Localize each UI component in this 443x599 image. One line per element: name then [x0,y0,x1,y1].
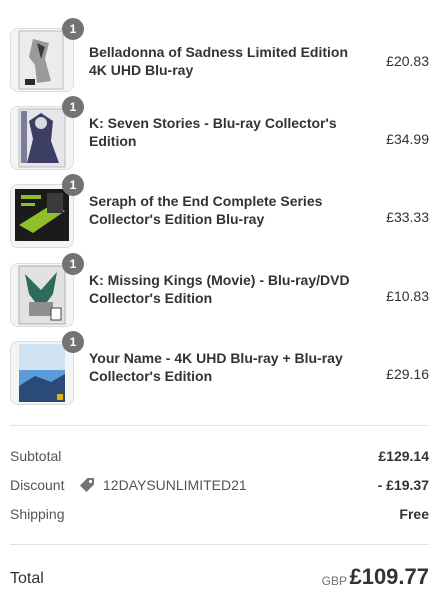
shipping-label: Shipping [10,506,65,522]
product-image [11,107,73,169]
shipping-row: Shipping Free [10,504,429,524]
line-item: 1 Your Name - 4K UHD Blu-ray + Blu-ray C… [0,331,443,407]
line-item: 1 Belladonna of Sadness Limited Edition … [0,18,443,94]
product-thumbnail [10,263,74,327]
divider [10,544,429,545]
product-thumbnail [10,184,74,248]
shipping-value: Free [399,506,429,522]
currency-code: GBP [321,574,347,588]
product-thumbnail [10,28,74,92]
product-title: Seraph of the End Complete Series Collec… [89,193,323,227]
product-title: Belladonna of Sadness Limited Edition 4K… [89,44,349,78]
product-thumbnail-wrapper: 1 [10,96,84,170]
line-item: 1 Seraph of the End Complete Series Coll… [0,174,443,250]
divider [10,425,429,426]
subtotal-row: Subtotal £129.14 [10,446,429,466]
product-thumbnail-wrapper: 1 [10,331,84,405]
product-image [11,29,73,91]
product-thumbnail-wrapper: 1 [10,174,84,248]
product-title: K: Missing Kings (Movie) - Blu-ray/DVD C… [89,272,350,306]
product-price: £29.16 [386,366,429,382]
product-price: £33.33 [386,209,429,225]
discount-label: Discount [10,477,65,493]
product-thumbnail-wrapper: 1 [10,253,84,327]
product-price: £10.83 [386,288,429,304]
product-price: £20.83 [386,53,429,69]
line-item: 1 K: Missing Kings (Movie) - Blu-ray/DVD… [0,253,443,329]
tag-icon [80,478,94,492]
line-item: 1 K: Seven Stories - Blu-ray Collector's… [0,96,443,172]
discount-value: - £19.37 [377,477,429,493]
discount-code: 12DAYSUNLIMITED21 [78,475,247,495]
product-price: £34.99 [386,131,429,147]
quantity-badge: 1 [62,96,84,118]
product-thumbnail [10,341,74,405]
quantity-badge: 1 [62,253,84,275]
product-title: K: Seven Stories - Blu-ray Collector's E… [89,115,337,149]
subtotal-value: £129.14 [378,448,429,464]
total-amount: £109.77 [349,564,429,589]
total-label: Total [10,570,44,587]
product-image [11,185,73,247]
quantity-badge: 1 [62,18,84,40]
discount-code-text: 12DAYSUNLIMITED21 [103,477,247,493]
product-image [11,342,73,404]
discount-row: Discount 12DAYSUNLIMITED21 - £19.37 [10,475,429,495]
product-image [11,264,73,326]
product-thumbnail [10,106,74,170]
product-thumbnail-wrapper: 1 [10,18,84,92]
quantity-badge: 1 [62,331,84,353]
subtotal-label: Subtotal [10,448,62,464]
total-row: Total GBP £109.77 [10,564,429,594]
product-title: Your Name - 4K UHD Blu-ray + Blu-ray Col… [89,350,343,384]
quantity-badge: 1 [62,174,84,196]
